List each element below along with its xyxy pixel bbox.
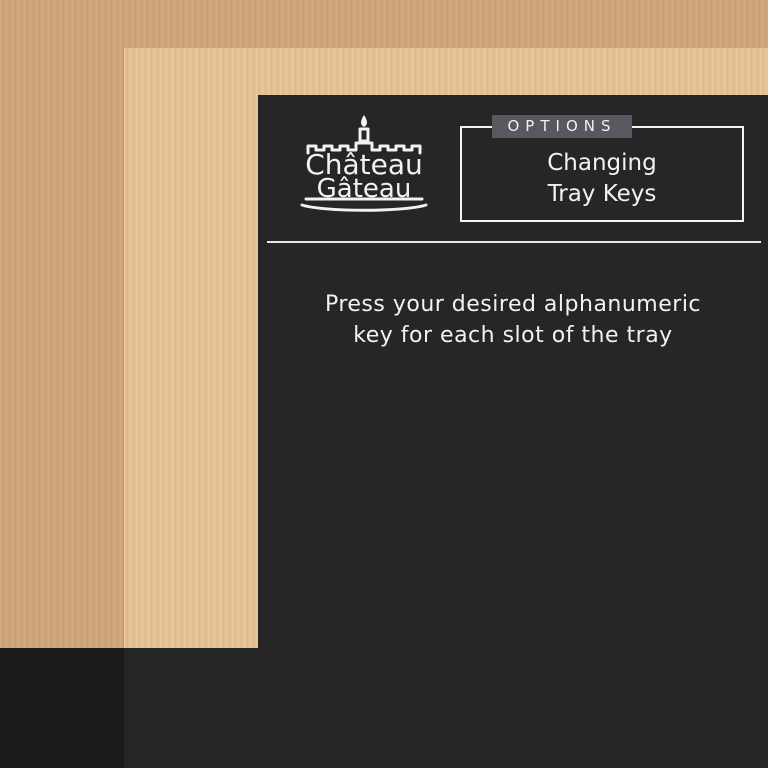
options-title: Changing Tray Keys [462, 148, 742, 210]
options-header-box: OPTIONS Changing Tray Keys [460, 115, 744, 222]
instructions-text: Press your desired alphanumeric key for … [258, 289, 768, 351]
chateau-gateau-logo: Château Gâteau [300, 115, 428, 212]
logo-line2: Gâteau [317, 174, 412, 204]
options-title-line2: Tray Keys [547, 181, 657, 207]
instructions-line2: key for each slot of the tray [353, 323, 673, 348]
options-tab-label: OPTIONS [492, 115, 632, 138]
header-divider [267, 241, 761, 243]
options-panel: Château Gâteau OPTIONS Changing Tray Key… [258, 95, 768, 768]
options-title-line1: Changing [547, 150, 657, 176]
game-screen: Château Gâteau OPTIONS Changing Tray Key… [0, 0, 768, 768]
floor-shadow [0, 648, 124, 768]
instructions-line1: Press your desired alphanumeric [324, 292, 702, 317]
